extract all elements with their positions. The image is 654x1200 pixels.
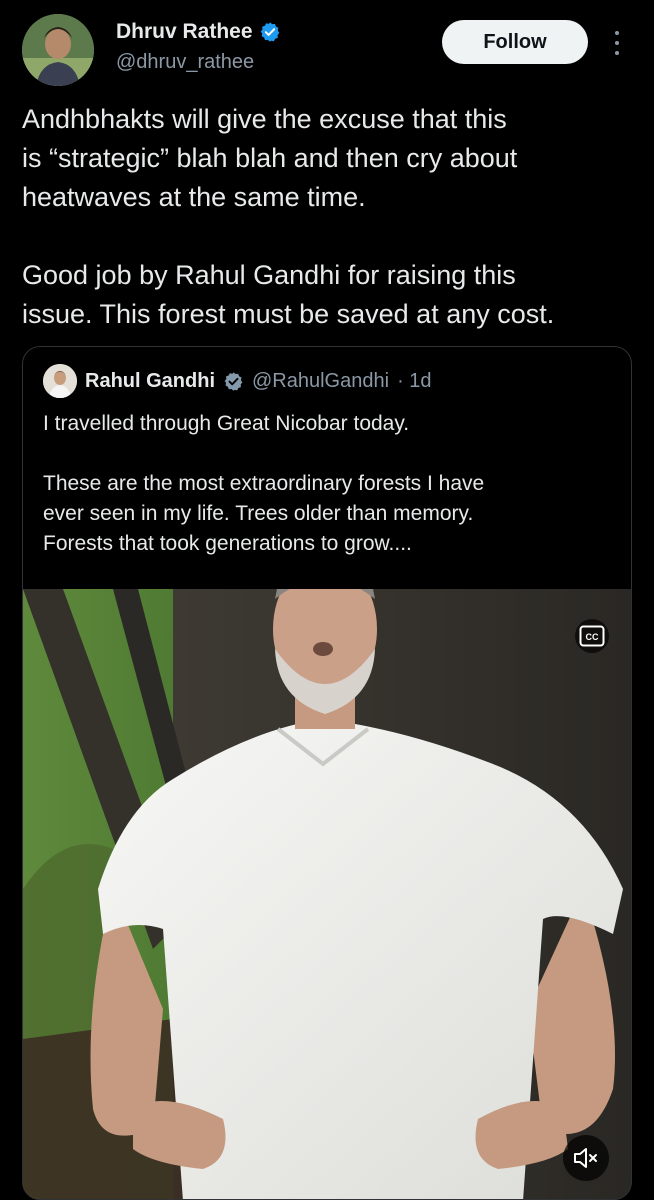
more-options-icon[interactable] (606, 26, 628, 60)
captions-button[interactable]: CC (575, 619, 609, 653)
video-player[interactable]: CC (23, 589, 631, 1199)
author-avatar-image (22, 14, 94, 86)
author-name[interactable]: Dhruv Rathee (116, 20, 281, 44)
closed-captions-icon: CC (579, 625, 605, 647)
post-header: Dhruv Rathee @dhruv_rathee Follow (0, 0, 654, 96)
quoted-author-avatar[interactable] (43, 364, 77, 398)
quoted-post-header: Rahul Gandhi @RahulGandhi · 1d (43, 364, 432, 398)
speaker-muted-icon (574, 1148, 597, 1168)
post-text: Andhbhakts will give the excuse that thi… (22, 104, 555, 329)
quoted-avatar-image (43, 364, 77, 398)
verified-badge-icon (260, 22, 279, 42)
verified-badge-icon (224, 371, 243, 391)
mute-toggle-button[interactable] (563, 1135, 609, 1181)
video-frame (23, 589, 631, 1199)
quoted-author-name[interactable]: Rahul Gandhi (85, 370, 215, 393)
quoted-author-handle[interactable]: @RahulGandhi (252, 370, 389, 393)
quoted-post-time[interactable]: · 1d (397, 370, 431, 393)
captions-label: CC (586, 632, 599, 642)
quoted-post[interactable]: Rahul Gandhi @RahulGandhi · 1d I travell… (22, 346, 632, 1200)
author-name-text: Dhruv Rathee (116, 20, 253, 43)
follow-button[interactable]: Follow (442, 20, 588, 64)
author-avatar[interactable] (22, 14, 94, 86)
quoted-post-text: I travelled through Great Nicobar today.… (43, 412, 485, 555)
author-handle[interactable]: @dhruv_rathee (116, 51, 254, 74)
